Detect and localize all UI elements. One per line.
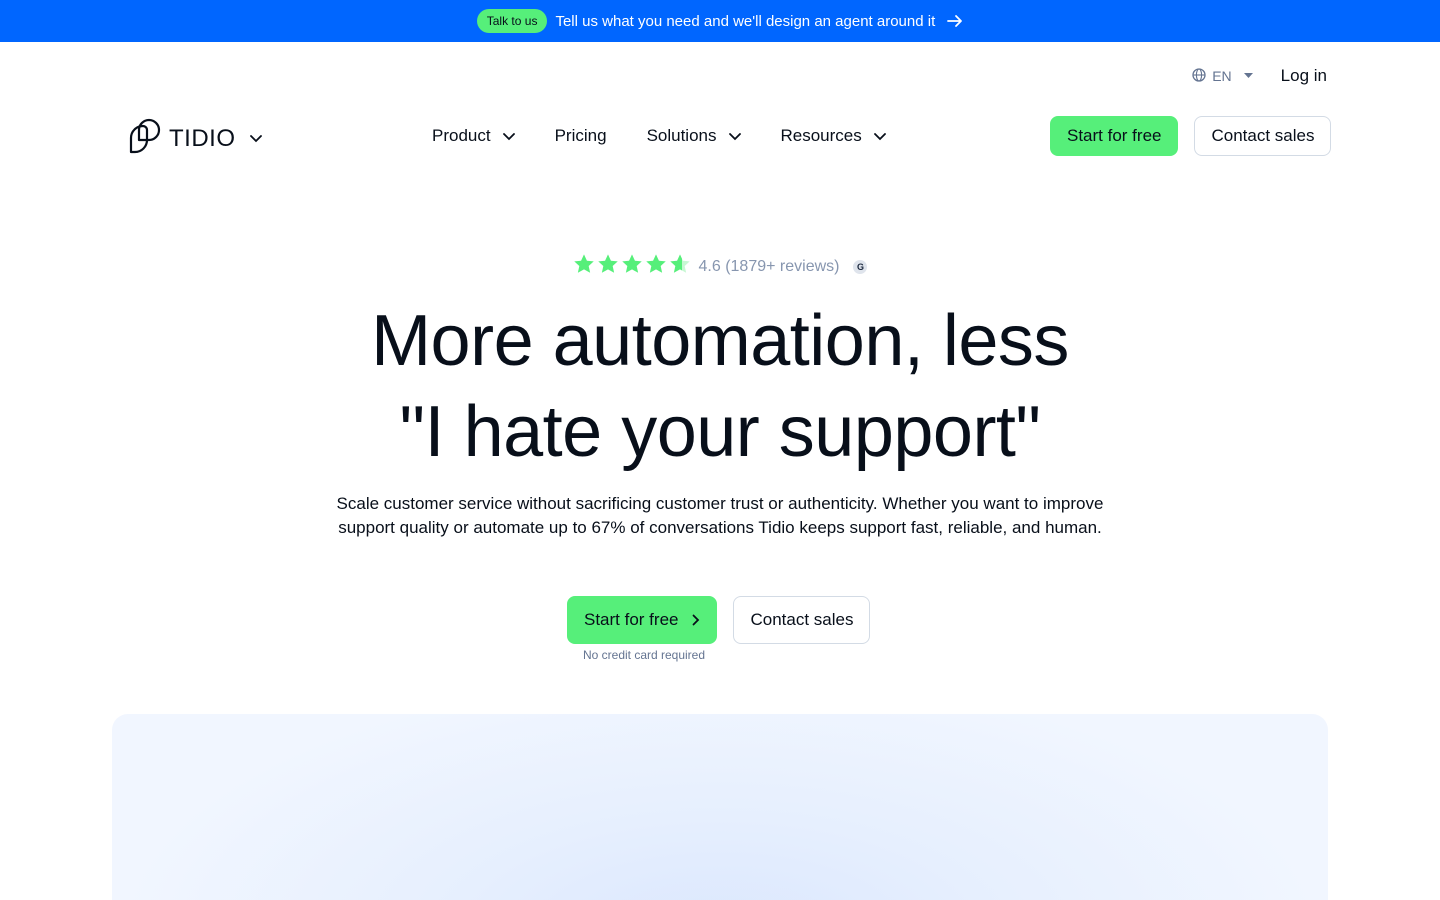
hero-headline: More automation, less "I hate your suppo…: [0, 296, 1440, 478]
language-label: EN: [1212, 68, 1232, 84]
hero-start-for-free-button[interactable]: Start for free: [567, 596, 718, 644]
g2-logo-icon: G: [853, 259, 868, 274]
main-nav: Product Pricing Solutions Resources: [432, 120, 886, 152]
chevron-down-icon[interactable]: [249, 134, 262, 143]
subtext-line-1: Scale customer service without sacrifici…: [336, 494, 1104, 513]
button-label: Start for free: [584, 610, 679, 629]
announcement-banner[interactable]: Talk to us Tell us what you need and we'…: [0, 0, 1440, 42]
nav-item-pricing[interactable]: Pricing: [555, 126, 607, 146]
nav-item-label: Product: [432, 126, 491, 145]
tidio-logo[interactable]: TIDIO: [129, 118, 262, 159]
nav-item-solutions[interactable]: Solutions: [647, 126, 741, 146]
nav-item-product[interactable]: Product: [432, 126, 515, 146]
tidio-logo-icon: [129, 118, 163, 159]
star-half-icon: [669, 253, 691, 280]
chevron-down-icon: [502, 126, 515, 146]
headline-line-1: More automation, less: [371, 301, 1069, 381]
chevron-right-icon: [692, 614, 700, 626]
utility-bar: EN Log in: [1192, 66, 1327, 86]
star-icon: [573, 253, 595, 280]
rating-row: 4.6 (1879+ reviews) G: [0, 253, 1440, 280]
nav-cta-group: Start for free Contact sales: [1050, 116, 1332, 156]
logo-text: TIDIO: [169, 124, 236, 152]
no-credit-card-note: No credit card required: [582, 648, 706, 662]
nav-item-resources[interactable]: Resources: [781, 126, 886, 146]
headline-line-2: "I hate your support": [399, 392, 1041, 472]
contact-sales-button[interactable]: Contact sales: [1194, 116, 1332, 156]
subtext-line-2: support quality or automate up to 67% of…: [338, 518, 1102, 537]
hero-visual-panel: [112, 714, 1328, 900]
rating-text: 4.6 (1879+ reviews): [698, 257, 840, 275]
nav-item-label: Resources: [780, 126, 862, 145]
arrow-right-icon[interactable]: [947, 14, 963, 28]
chevron-down-icon: [728, 126, 741, 146]
nav-item-label: Pricing: [554, 126, 607, 145]
rating-stars: [573, 253, 691, 280]
star-icon: [621, 253, 643, 280]
hero-contact-sales-button[interactable]: Contact sales: [733, 596, 871, 644]
start-for-free-button[interactable]: Start for free: [1050, 116, 1179, 156]
login-link[interactable]: Log in: [1281, 66, 1327, 86]
star-icon: [645, 253, 667, 280]
nav-item-label: Solutions: [646, 126, 717, 145]
chevron-down-icon: [873, 126, 886, 146]
hero-cta-group: Start for free Contact sales: [567, 596, 871, 644]
talk-to-us-badge[interactable]: Talk to us: [476, 9, 548, 33]
language-selector[interactable]: EN: [1192, 67, 1253, 85]
hero-subtext: Scale customer service without sacrifici…: [320, 492, 1120, 540]
banner-text[interactable]: Tell us what you need and we'll design a…: [555, 13, 935, 30]
globe-icon: [1192, 67, 1206, 85]
star-icon: [597, 253, 619, 280]
caret-down-icon: [1243, 73, 1253, 79]
